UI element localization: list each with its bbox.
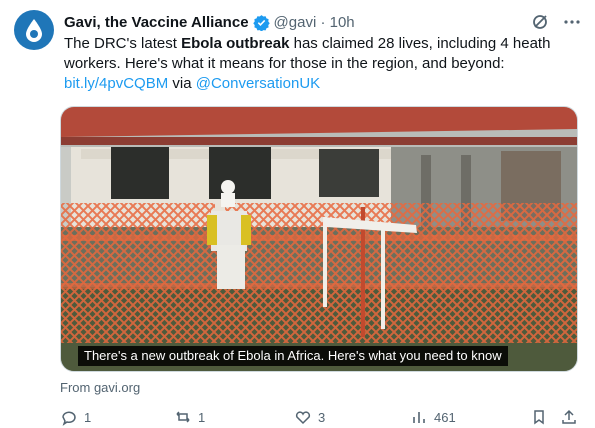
reply-button[interactable]: 1 [60,408,91,426]
reply-count: 1 [84,409,92,425]
via-text: via [168,75,196,92]
bookmark-button[interactable] [530,408,548,426]
tweet-text: The DRC's latest Ebola outbreak has clai… [64,34,584,94]
grok-icon[interactable] [531,13,549,31]
retweet-button[interactable]: 1 [174,408,205,426]
hashtag-bold: Ebola outbreak [181,35,290,52]
avatar[interactable] [14,10,54,50]
share-icon [562,409,576,424]
verified-badge-icon [252,14,270,31]
card-image [61,107,577,371]
tweet-text-part: The DRC's latest [64,35,182,52]
mention-link[interactable]: @ConversationUK [196,75,320,92]
gavi-logo-icon [26,19,42,42]
handle-and-time[interactable]: @gavi · 10h [274,14,355,31]
retweet-icon [176,411,190,423]
tweet-header: Gavi, the Vaccine Alliance @gavi · 10h [64,12,581,32]
author-name[interactable]: Gavi, the Vaccine Alliance [64,14,249,31]
action-bar: 1 1 3 461 [60,408,580,428]
retweet-count: 1 [198,409,206,425]
reply-icon [62,411,76,426]
like-count: 3 [318,409,326,425]
bookmark-icon [534,410,544,425]
views-count: 461 [434,409,456,425]
share-button[interactable] [560,408,578,426]
more-icon[interactable] [563,13,581,31]
card-source[interactable]: From gavi.org [60,380,140,395]
link-card[interactable]: There's a new outbreak of Ebola in Afric… [60,106,578,372]
views-button[interactable]: 461 [410,408,456,426]
like-icon [295,411,311,425]
short-link[interactable]: bit.ly/4pvCQBM [64,75,168,92]
views-icon [413,412,425,423]
video-caption: There's a new outbreak of Ebola in Afric… [78,346,508,366]
like-button[interactable]: 3 [294,408,325,426]
